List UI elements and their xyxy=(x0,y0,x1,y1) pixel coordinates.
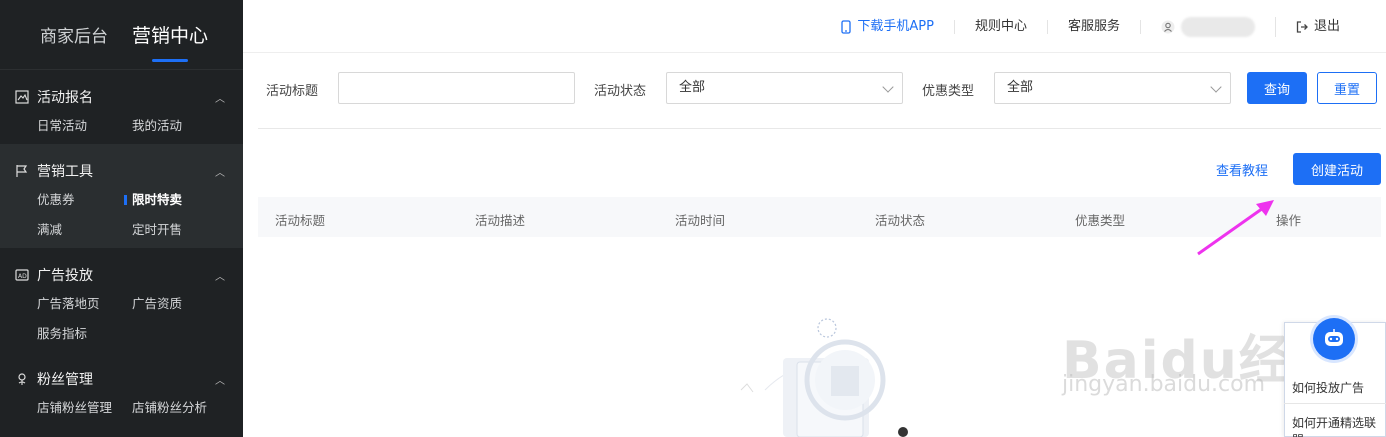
view-tutorial-link[interactable]: 查看教程 xyxy=(1216,160,1268,179)
reset-button[interactable]: 重置 xyxy=(1317,72,1377,104)
flower-icon xyxy=(18,373,26,385)
sidebar-item-full-reduction[interactable]: 满减 xyxy=(37,220,132,240)
ad-icon: AD xyxy=(15,269,29,281)
annotation-arrow xyxy=(1197,200,1274,256)
sidebar-group-header[interactable]: 粉丝管理 ︿ xyxy=(0,366,243,392)
rules-center-link[interactable]: 规则中心 xyxy=(955,19,1048,34)
chevron-up-icon[interactable]: ︿ xyxy=(215,372,225,387)
sidebar-group-header[interactable]: AD 广告投放 ︿ xyxy=(0,262,243,288)
logout-icon xyxy=(1296,20,1308,33)
download-app-link[interactable]: 下载手机APP xyxy=(821,18,955,34)
sidebar-item-my-activity[interactable]: 我的活动 xyxy=(132,116,242,136)
column-header-discount-type: 优惠类型 xyxy=(1075,213,1126,228)
tab-marketing-center[interactable]: 营销中心 xyxy=(132,21,208,62)
status-filter-select[interactable]: 全部 xyxy=(666,72,903,104)
title-filter-input[interactable] xyxy=(338,72,575,104)
tab-merchant-backend[interactable]: 商家后台 xyxy=(40,22,108,47)
filter-divider xyxy=(258,128,1381,129)
sidebar-item-service-metrics[interactable]: 服务指标 xyxy=(37,324,132,344)
sidebar-item-scheduled-sale[interactable]: 定时开售 xyxy=(132,220,242,240)
sidebar-item-ad-landing[interactable]: 广告落地页 xyxy=(37,294,132,314)
discount-filter-label: 优惠类型 xyxy=(922,84,975,99)
chevron-up-icon[interactable]: ︿ xyxy=(215,268,225,283)
assistant-robot-button[interactable] xyxy=(1313,318,1355,360)
chevron-down-icon xyxy=(882,81,894,93)
sidebar-group-activity-signup: 活动报名 ︿ 日常活动 我的活动 xyxy=(0,70,243,144)
chevron-up-icon[interactable]: ︿ xyxy=(215,164,225,179)
username-blurred xyxy=(1180,16,1255,37)
filter-bar: 活动标题 活动状态 全部 优惠类型 全部 查询 重置 xyxy=(243,53,1386,129)
status-filter-label: 活动状态 xyxy=(594,84,647,99)
help-divider xyxy=(1284,403,1386,404)
sidebar-tabs: 商家后台 营销中心 xyxy=(0,0,243,70)
download-app-label: 下载手机APP xyxy=(857,18,934,34)
sidebar-group-title: 营销工具 xyxy=(37,164,93,180)
discount-filter-select[interactable]: 全部 xyxy=(994,72,1231,104)
sidebar-item-flash-sale[interactable]: 限时特卖 xyxy=(124,190,242,210)
robot-icon xyxy=(1325,329,1343,346)
sidebar-group-title: 粉丝管理 xyxy=(37,372,93,388)
sidebar-group-title: 广告投放 xyxy=(37,268,93,284)
create-activity-button[interactable]: 创建活动 xyxy=(1293,153,1381,185)
user-icon xyxy=(1161,20,1175,33)
sidebar-group-ad-placement: AD 广告投放 ︿ 广告落地页 广告资质 服务指标 xyxy=(0,248,243,352)
chevron-down-icon xyxy=(1210,81,1222,93)
customer-service-link[interactable]: 客服服务 xyxy=(1048,19,1141,34)
sidebar-item-fans-analysis[interactable]: 店铺粉丝分析 xyxy=(132,398,242,418)
logout-button[interactable]: 退出 xyxy=(1276,18,1360,34)
discount-filter-value: 全部 xyxy=(1007,80,1034,95)
column-header-description: 活动描述 xyxy=(475,213,526,228)
column-header-status: 活动状态 xyxy=(875,213,926,228)
top-nav: 下载手机APP 规则中心 客服服务 退出 xyxy=(821,0,1360,53)
phone-icon xyxy=(841,19,852,34)
sidebar: 商家后台 营销中心 活动报名 ︿ 日常活动 我的活动 营销工具 ︿ 优惠券 限时… xyxy=(0,0,243,437)
column-header-title: 活动标题 xyxy=(275,213,326,228)
title-filter-label: 活动标题 xyxy=(266,84,319,99)
sidebar-item-daily-activity[interactable]: 日常活动 xyxy=(37,116,132,136)
image-icon xyxy=(15,90,29,104)
watermark-url: jingyan.baidu.com xyxy=(1062,372,1266,397)
user-menu[interactable] xyxy=(1141,16,1276,37)
sidebar-group-header[interactable]: 活动报名 ︿ xyxy=(0,84,243,110)
help-item-ad-placement[interactable]: 如何投放广告 xyxy=(1292,379,1364,396)
sidebar-group-fans: 粉丝管理 ︿ 店铺粉丝管理 店铺粉丝分析 xyxy=(0,352,243,426)
sidebar-item-coupon[interactable]: 优惠券 xyxy=(37,190,132,210)
sidebar-item-ad-qualification[interactable]: 广告资质 xyxy=(132,294,242,314)
query-button[interactable]: 查询 xyxy=(1247,72,1307,104)
help-item-selected-alliance[interactable]: 如何开通精选联盟 xyxy=(1292,414,1386,437)
sidebar-group-title: 活动报名 xyxy=(37,90,93,106)
chevron-up-icon[interactable]: ︿ xyxy=(215,90,225,105)
status-filter-value: 全部 xyxy=(679,80,706,95)
app-root: 商家后台 营销中心 活动报名 ︿ 日常活动 我的活动 营销工具 ︿ 优惠券 限时… xyxy=(0,0,1386,437)
sidebar-item-fans-manage[interactable]: 店铺粉丝管理 xyxy=(37,398,132,418)
logout-label: 退出 xyxy=(1313,18,1340,34)
sidebar-group-marketing-tools: 营销工具 ︿ 优惠券 限时特卖 满减 定时开售 xyxy=(0,144,243,248)
flag-icon xyxy=(16,165,28,177)
sidebar-group-header[interactable]: 营销工具 ︿ xyxy=(0,158,243,184)
svg-text:AD: AD xyxy=(18,273,27,280)
column-header-time: 活动时间 xyxy=(675,213,726,228)
top-bar: 下载手机APP 规则中心 客服服务 退出 xyxy=(243,0,1386,53)
